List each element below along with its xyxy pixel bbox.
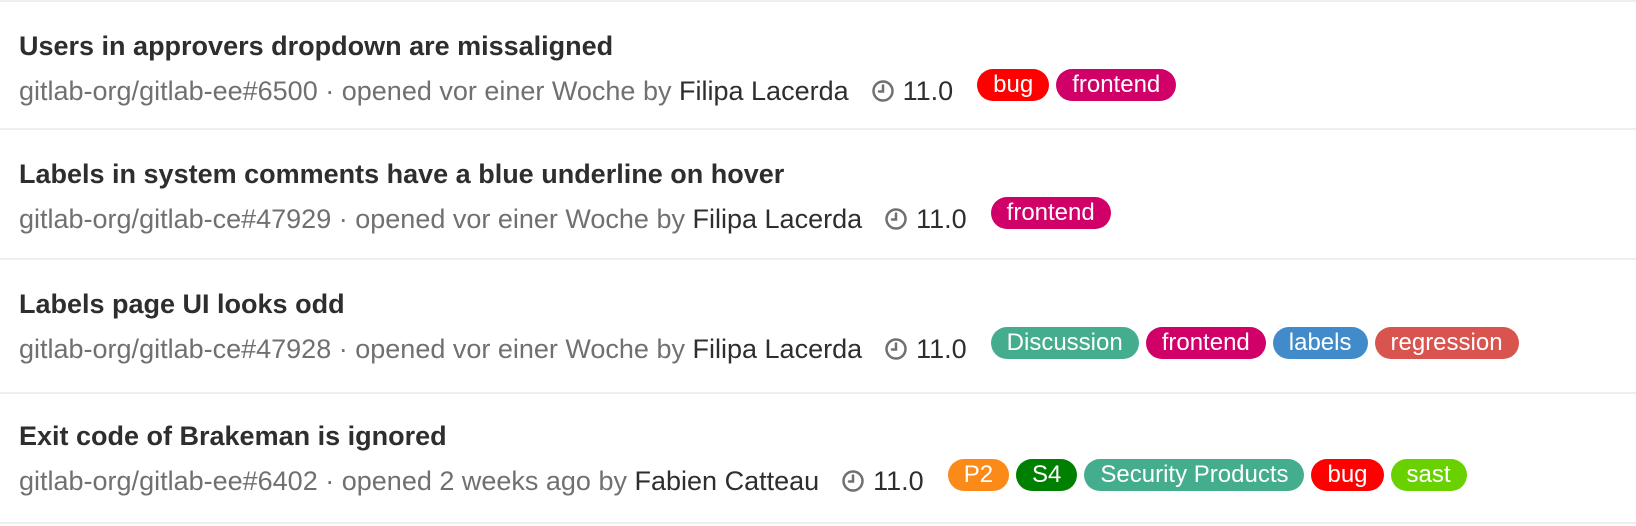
issues-list: Users in approvers dropdown are missalig… <box>0 0 1636 524</box>
issue-row: Users in approvers dropdown are missalig… <box>0 2 1636 130</box>
clock-icon <box>885 338 907 360</box>
issue-reference-link[interactable]: gitlab-org/gitlab-ce#47928 <box>19 334 331 365</box>
issue-row: Labels page UI looks odd gitlab-org/gitl… <box>0 260 1636 394</box>
meta-separator: · <box>331 334 355 365</box>
label-badge-frontend[interactable]: frontend <box>1056 69 1177 101</box>
milestone-link[interactable]: 11.0 <box>884 204 967 235</box>
issue-meta: gitlab-org/gitlab-ee#6402 · opened 2 wee… <box>19 459 1636 499</box>
label-badge-bug[interactable]: bug <box>977 69 1050 101</box>
label-badge-bug[interactable]: bug <box>1311 459 1384 491</box>
by-text: by <box>591 466 635 497</box>
separator-dot: · <box>325 75 335 106</box>
by-text: by <box>649 204 693 235</box>
milestone-title: 11.0 <box>916 333 967 364</box>
meta-separator: · <box>331 204 355 235</box>
milestone-title: 11.0 <box>873 465 924 496</box>
labels-group: Discussion frontend labels regression <box>990 327 1526 359</box>
meta-separator: · <box>318 76 342 107</box>
issue-title-link[interactable]: Labels in system comments have a blue un… <box>19 157 1636 191</box>
label-badge-p2[interactable]: P2 <box>947 459 1010 491</box>
issue-title-link[interactable]: Users in approvers dropdown are missalig… <box>19 29 1636 63</box>
separator-dot: · <box>325 465 335 496</box>
label-badge-discussion[interactable]: Discussion <box>990 327 1139 359</box>
opened-time: opened vor einer Woche <box>355 333 649 364</box>
label-badge-regression[interactable]: regression <box>1374 327 1519 359</box>
by-word: by <box>642 75 672 106</box>
label-badge-security-products[interactable]: Security Products <box>1084 459 1305 491</box>
by-word: by <box>656 203 685 234</box>
issue-title-link[interactable]: Labels page UI looks odd <box>19 287 1636 321</box>
clock-icon <box>842 470 864 492</box>
labels-group: P2 S4 Security Products bug sast <box>947 459 1474 491</box>
author-link[interactable]: Fabien Catteau <box>635 466 820 497</box>
by-word: by <box>598 465 627 496</box>
by-text: by <box>635 76 679 107</box>
milestone-title: 11.0 <box>916 203 967 234</box>
by-word: by <box>656 333 685 364</box>
label-badge-frontend[interactable]: frontend <box>1145 327 1266 359</box>
issue-reference-link[interactable]: gitlab-org/gitlab-ee#6500 <box>19 76 318 107</box>
label-badge-sast[interactable]: sast <box>1390 459 1467 491</box>
opened-time: opened 2 weeks ago <box>341 465 591 496</box>
issue-title-link[interactable]: Exit code of Brakeman is ignored <box>19 419 1636 453</box>
labels-group: bug frontend <box>977 69 1183 101</box>
issue-reference-link[interactable]: gitlab-org/gitlab-ce#47929 <box>19 204 331 235</box>
author-link[interactable]: Filipa Lacerda <box>679 76 849 107</box>
issue-row: Labels in system comments have a blue un… <box>0 130 1636 260</box>
milestone-link[interactable]: 11.0 <box>871 75 954 107</box>
clock-icon <box>885 208 907 230</box>
milestone-title: 11.0 <box>902 75 954 106</box>
issue-meta: gitlab-org/gitlab-ee#6500 · opened vor e… <box>19 69 1636 109</box>
labels-group: frontend <box>990 197 1118 229</box>
issue-meta: gitlab-org/gitlab-ce#47929 · opened vor … <box>19 197 1636 237</box>
issue-row: Exit code of Brakeman is ignored gitlab-… <box>0 394 1636 524</box>
opened-time: opened vor einer Woche <box>341 75 636 106</box>
meta-separator: · <box>318 466 342 497</box>
milestone-link[interactable]: 11.0 <box>841 466 924 497</box>
label-badge-s4[interactable]: S4 <box>1016 459 1078 491</box>
clock-icon <box>871 80 894 102</box>
label-badge-labels[interactable]: labels <box>1272 327 1368 359</box>
issue-meta: gitlab-org/gitlab-ce#47928 · opened vor … <box>19 327 1636 367</box>
issue-reference-link[interactable]: gitlab-org/gitlab-ee#6402 <box>19 466 318 497</box>
opened-time: opened vor einer Woche <box>355 203 649 234</box>
separator-dot: · <box>338 203 348 234</box>
author-link[interactable]: Filipa Lacerda <box>693 204 863 235</box>
author-link[interactable]: Filipa Lacerda <box>693 334 863 365</box>
separator-dot: · <box>338 333 348 364</box>
milestone-link[interactable]: 11.0 <box>884 334 967 365</box>
by-text: by <box>649 334 693 365</box>
label-badge-frontend[interactable]: frontend <box>990 197 1111 229</box>
